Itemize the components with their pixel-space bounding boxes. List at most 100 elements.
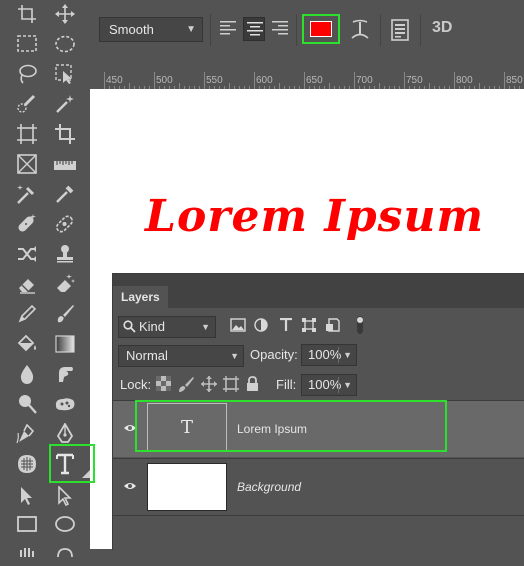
gradient-tool[interactable] (48, 330, 82, 358)
shape-layer-filter-icon[interactable] (302, 318, 316, 332)
adjustment-layer-filter-icon[interactable] (254, 318, 268, 332)
remove-tool[interactable] (48, 210, 82, 238)
magic-wand-tool[interactable] (48, 90, 82, 118)
filter-toggle-icon[interactable] (356, 315, 364, 335)
ruler-major-tick (504, 72, 505, 89)
eraser-tool[interactable] (10, 270, 44, 298)
layers-panel: Layers Kind ▼ Normal ▼ Opacity: 100% ▼ L… (112, 273, 524, 550)
eraser-icon (19, 279, 35, 294)
ruler-major-tick (104, 72, 105, 89)
crop-tool[interactable] (48, 120, 82, 148)
zoom-tool[interactable] (48, 538, 82, 566)
ruler-major-tick (454, 72, 455, 89)
frame-tool[interactable] (10, 120, 44, 148)
antialias-dropdown[interactable]: Smooth ▼ (99, 17, 203, 42)
horizontal-ruler[interactable]: 450 500 550 600 650 700 750 800 850 (90, 72, 524, 90)
content-aware-move-tool[interactable] (10, 240, 44, 268)
object-selection-tool[interactable] (48, 60, 82, 88)
selected-layer-highlight (135, 400, 447, 452)
artboard-icon (18, 5, 36, 23)
eyedropper-tool[interactable] (10, 180, 44, 208)
opacity-label: Opacity: (250, 347, 298, 362)
lock-image-pixels-icon[interactable] (178, 376, 194, 392)
rectangular-marquee-tool[interactable] (10, 30, 44, 58)
ruler-icon (54, 161, 76, 170)
align-left-button[interactable] (217, 17, 239, 41)
move-tool[interactable] (48, 0, 82, 28)
canvas-text-layer[interactable]: Lorem Ipsum (145, 191, 484, 242)
path-selection-tool[interactable] (10, 482, 44, 510)
text-color-swatch[interactable] (310, 21, 332, 37)
lasso-tool[interactable] (10, 60, 44, 88)
ruler-label: 550 (206, 75, 223, 86)
ruler-label: 850 (506, 75, 523, 86)
kind-filter-dropdown[interactable]: Kind ▼ (118, 316, 216, 338)
warp-text-icon[interactable] (350, 19, 370, 41)
spot-healing-icon (18, 214, 36, 232)
dodge-tool[interactable] (10, 390, 44, 418)
path-selection-arrow-icon (21, 487, 32, 505)
freeform-pen-tool[interactable] (10, 420, 44, 448)
artboard-tool[interactable] (10, 0, 44, 28)
opacity-value: 100% (308, 347, 342, 362)
type-layer-filter-icon[interactable] (279, 318, 293, 332)
ruler-tool[interactable] (48, 150, 82, 178)
blend-mode-dropdown[interactable]: Normal ▼ (118, 345, 244, 367)
spot-healing-brush-tool[interactable] (10, 210, 44, 238)
tools-panel (5, 0, 95, 557)
pattern-stamp-tool[interactable] (10, 450, 44, 478)
color-sampler-tool[interactable] (48, 180, 82, 208)
opacity-field[interactable]: 100% ▼ (301, 344, 357, 366)
brush-tool[interactable] (48, 300, 82, 328)
divider (210, 14, 211, 46)
blur-tool[interactable] (10, 360, 44, 388)
chevron-down-icon: ▼ (343, 350, 352, 360)
frame-placeholder-tool[interactable] (10, 150, 44, 178)
pixel-layer-filter-icon[interactable] (230, 318, 246, 332)
magic-eraser-tool[interactable] (48, 270, 82, 298)
lock-position-icon[interactable] (201, 376, 217, 392)
lasso-icon (19, 64, 37, 84)
quick-selection-tool[interactable] (10, 90, 44, 118)
smudge-tool[interactable] (48, 360, 82, 388)
lock-transparent-pixels-icon[interactable] (156, 376, 171, 391)
rectangle-tool[interactable] (10, 510, 44, 538)
layer-row-background[interactable]: Background (113, 459, 524, 515)
lock-all-icon[interactable] (246, 376, 259, 392)
direct-selection-arrow-icon (58, 486, 72, 506)
fill-value: 100% (308, 377, 342, 392)
divider (296, 14, 297, 46)
direct-selection-tool[interactable] (48, 482, 82, 510)
magic-eraser-icon (57, 274, 75, 292)
text-color-button[interactable] (302, 14, 340, 44)
pencil-tool[interactable] (10, 300, 44, 328)
clone-stamp-tool[interactable] (48, 240, 82, 268)
crop-icon (55, 124, 75, 144)
align-right-button[interactable] (269, 17, 291, 41)
frame-x-icon (17, 154, 37, 174)
layers-tab[interactable]: Layers (113, 286, 168, 308)
ellipse-tool[interactable] (48, 510, 82, 538)
smart-object-filter-icon[interactable] (326, 318, 340, 332)
pencil-icon (18, 304, 37, 323)
align-center-button[interactable] (243, 17, 265, 41)
horizontal-type-tool[interactable] (48, 450, 82, 478)
elliptical-marquee-tool[interactable] (48, 30, 82, 58)
freeform-pen-icon (16, 423, 35, 444)
layer-name[interactable]: Background (237, 480, 301, 494)
paint-bucket-tool[interactable] (10, 330, 44, 358)
chevron-down-icon: ▼ (343, 380, 352, 390)
3d-button[interactable]: 3D (432, 19, 452, 37)
ruler-major-tick (254, 72, 255, 89)
sponge-tool[interactable] (48, 390, 82, 418)
hand-tool[interactable] (10, 538, 44, 566)
rect-marquee-icon (17, 35, 37, 52)
pen-nib-icon (56, 423, 74, 443)
character-panel-icon[interactable] (390, 19, 410, 41)
ruler-label: 700 (356, 75, 373, 86)
divider (113, 515, 524, 516)
visibility-eye-icon[interactable] (123, 481, 137, 491)
magic-wand-icon (56, 95, 74, 113)
fill-field[interactable]: 100% ▼ (301, 374, 357, 396)
lock-artboard-icon[interactable] (223, 376, 239, 392)
